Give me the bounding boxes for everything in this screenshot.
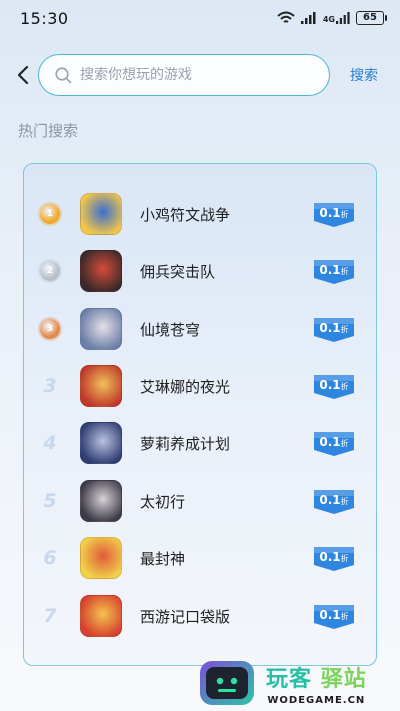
discount-value: 0.1: [319, 206, 341, 220]
discount-value: 0.1: [319, 378, 341, 392]
discount-unit: 折: [340, 267, 349, 276]
discount-badge: 0.1折: [312, 201, 356, 227]
game-name[interactable]: 艾琳娜的夜光: [140, 376, 230, 397]
network-label: 4G: [322, 15, 335, 24]
status-icons: 4G 65: [277, 11, 387, 25]
game-icon[interactable]: [80, 193, 122, 235]
battery-level: 65: [363, 12, 377, 23]
discount-badge: 0.1折: [312, 430, 356, 456]
discount-unit: 折: [340, 439, 349, 448]
discount-value: 0.1: [319, 263, 341, 277]
rank-number: 7: [38, 604, 62, 628]
wodegame-logo: [196, 657, 258, 709]
watermark-en: WODEGAME.CN: [267, 694, 366, 706]
discount-badge: 0.1折: [312, 258, 356, 284]
discount-value: 0.1: [319, 321, 341, 335]
discount-badge: 0.1折: [312, 603, 356, 629]
bronze-medal-icon: 3: [38, 317, 62, 341]
game-icon[interactable]: [80, 480, 122, 522]
rank-number: 5: [38, 489, 62, 513]
game-name[interactable]: 西游记口袋版: [140, 606, 230, 627]
back-button[interactable]: [12, 62, 34, 88]
game-name[interactable]: 仙境苍穹: [140, 319, 200, 340]
rank-number: 1: [46, 209, 54, 219]
hot-search-item[interactable]: 2 佣兵突击队 0.1折: [24, 246, 378, 296]
game-icon[interactable]: [80, 365, 122, 407]
search-icon: [55, 66, 72, 83]
discount-unit: 折: [340, 210, 349, 219]
game-icon[interactable]: [80, 595, 122, 637]
signal-4g-icon: 4G: [323, 12, 350, 24]
discount-unit: 折: [340, 612, 349, 621]
game-name[interactable]: 佣兵突击队: [140, 261, 215, 282]
discount-value: 0.1: [319, 493, 341, 507]
signal-icon: [300, 12, 316, 24]
hot-search-item[interactable]: 5 太初行 0.1折: [24, 476, 378, 526]
rank-number-text: 4: [43, 432, 57, 454]
game-name[interactable]: 太初行: [140, 491, 185, 512]
game-icon[interactable]: [80, 308, 122, 350]
gold-medal-icon: 1: [38, 202, 62, 226]
hot-search-item[interactable]: 3 艾琳娜的夜光 0.1折: [24, 361, 378, 411]
silver-medal-icon: 2: [38, 259, 62, 283]
hot-search-list: 1 小鸡符文战争 0.1折 2 佣兵突击队 0.1折 3 仙境苍穹 0.1折 3 艾琳娜的夜光 0.1…: [23, 163, 377, 666]
rank-number-text: 6: [43, 547, 57, 569]
discount-badge: 0.1折: [312, 488, 356, 514]
rank-number-text: 7: [43, 605, 57, 627]
rank-number: 2: [46, 266, 54, 276]
rank-number: 6: [38, 546, 62, 570]
rank-number: 3: [46, 324, 54, 334]
search-button[interactable]: 搜索: [350, 65, 378, 85]
game-name[interactable]: 萝莉养成计划: [140, 433, 230, 454]
wifi-icon: [277, 11, 295, 23]
hot-search-title: 热门搜索: [18, 122, 79, 140]
discount-value: 0.1: [319, 435, 341, 449]
watermark-cn-2: 驿站: [320, 666, 367, 692]
watermark: 玩客 驿站 WODEGAME.CN: [196, 655, 396, 711]
game-name[interactable]: 最封神: [140, 548, 185, 569]
status-bar: 15:30 4G 65: [0, 0, 400, 36]
watermark-cn-1: 玩客: [266, 666, 313, 692]
discount-value: 0.1: [319, 608, 341, 622]
game-icon[interactable]: [80, 250, 122, 292]
rank-number-text: 5: [43, 490, 57, 512]
search-input[interactable]: [80, 67, 310, 83]
discount-badge: 0.1折: [312, 373, 356, 399]
battery-icon: 65: [356, 11, 387, 25]
discount-unit: 折: [340, 325, 349, 334]
discount-unit: 折: [340, 382, 349, 391]
game-icon[interactable]: [80, 537, 122, 579]
hot-search-item[interactable]: 3 仙境苍穹 0.1折: [24, 304, 378, 354]
rank-number: 4: [38, 431, 62, 455]
rank-number: 3: [38, 374, 62, 398]
discount-badge: 0.1折: [312, 316, 356, 342]
game-name[interactable]: 小鸡符文战争: [140, 204, 230, 225]
chevron-left-icon: [17, 65, 29, 85]
search-box[interactable]: [38, 54, 330, 96]
status-time: 15:30: [20, 8, 69, 28]
hot-search-item[interactable]: 4 萝莉养成计划 0.1折: [24, 418, 378, 468]
discount-unit: 折: [340, 497, 349, 506]
hot-search-item[interactable]: 6 最封神 0.1折: [24, 533, 378, 583]
discount-value: 0.1: [319, 550, 341, 564]
hot-search-item[interactable]: 7 西游记口袋版 0.1折: [24, 591, 378, 641]
rank-number-text: 3: [43, 375, 57, 397]
hot-search-item[interactable]: 1 小鸡符文战争 0.1折: [24, 189, 378, 239]
search-header: 搜索: [0, 54, 400, 96]
discount-unit: 折: [340, 554, 349, 563]
game-icon[interactable]: [80, 422, 122, 464]
discount-badge: 0.1折: [312, 545, 356, 571]
